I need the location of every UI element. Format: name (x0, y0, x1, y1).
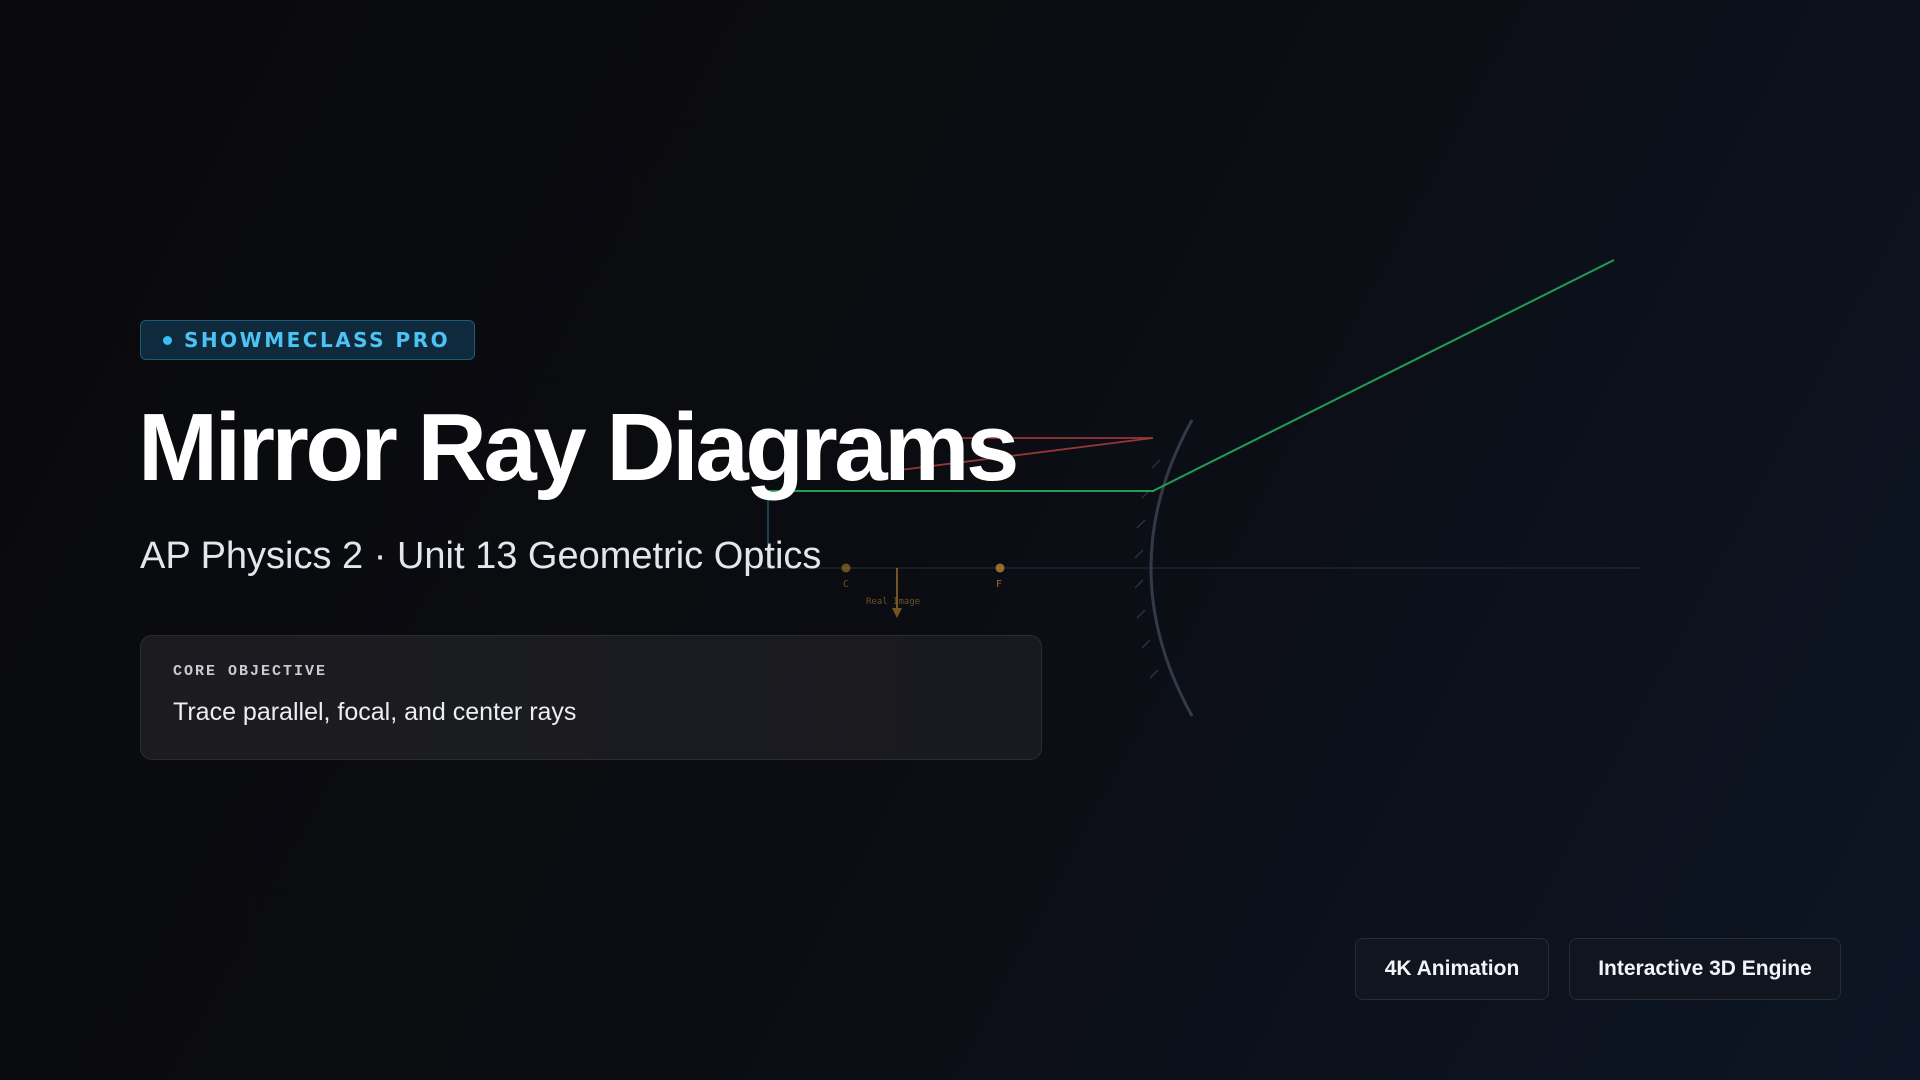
core-objective-card: CORE OBJECTIVE Trace parallel, focal, an… (140, 635, 1042, 760)
real-image-label: Real Image (866, 597, 920, 607)
focal-point (995, 563, 1005, 573)
page-subtitle: AP Physics 2 · Unit 13 Geometric Optics (140, 535, 822, 577)
feature-tag-4k-animation: 4K Animation (1355, 938, 1549, 1000)
concave-mirror (1149, 419, 1194, 717)
brand-badge: SHOWMECLASS PRO (140, 320, 476, 360)
real-image-arrow (892, 568, 902, 618)
center-label: C (843, 579, 849, 590)
objective-text: Trace parallel, focal, and center rays (173, 698, 577, 726)
mirror-hatching (1134, 459, 1161, 679)
status-dot-icon (163, 335, 172, 345)
focus-label: F (996, 579, 1002, 590)
feature-tag-interactive-3d-engine: Interactive 3D Engine (1569, 938, 1841, 1000)
center-of-curvature-point (841, 563, 851, 573)
page-title: Mirror Ray Diagrams (138, 394, 1019, 501)
objective-label: CORE OBJECTIVE (173, 663, 328, 680)
brand-label: SHOWMECLASS PRO (184, 328, 451, 352)
